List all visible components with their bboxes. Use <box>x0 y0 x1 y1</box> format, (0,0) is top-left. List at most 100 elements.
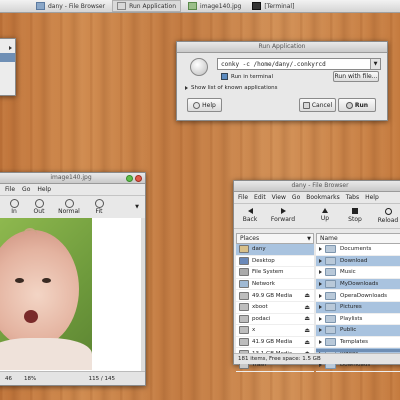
expand-arrow-icon[interactable] <box>319 270 322 275</box>
run-with-file-button[interactable]: Run with file... <box>333 71 379 82</box>
places-item[interactable]: Desktop <box>236 256 314 268</box>
zoom-fit-button[interactable]: Fit <box>92 199 106 215</box>
run-dialog-title: Run Application <box>258 43 306 50</box>
places-item[interactable]: dany <box>236 244 314 256</box>
expand-arrow-icon[interactable] <box>319 247 322 252</box>
taskbar-item-run-application[interactable]: Run Application <box>112 0 182 12</box>
file-list-item[interactable]: Public <box>316 325 400 337</box>
file-list-item[interactable]: Templates <box>316 337 400 349</box>
stop-button[interactable]: Stop <box>346 208 364 223</box>
file-browser-title: dany - File Browser <box>291 182 349 189</box>
close-icon[interactable] <box>135 175 142 182</box>
home-icon <box>239 245 249 254</box>
back-button[interactable]: Back <box>240 208 260 223</box>
taskbar-item-image-viewer[interactable]: image140.jpg <box>184 1 245 11</box>
run-in-terminal-checkbox[interactable]: Run in terminal <box>221 73 273 80</box>
menu-go[interactable]: Go <box>22 186 30 193</box>
partial-menu-window <box>0 38 16 96</box>
menu-file[interactable]: File <box>5 186 15 193</box>
command-combobox[interactable]: conky -c /home/dany/.conkyrcd ▼ <box>217 58 381 70</box>
menu-bookmarks[interactable]: Bookmarks <box>306 194 340 201</box>
file-name-label: OperaDownloads <box>340 292 388 299</box>
network-icon <box>239 280 249 289</box>
help-button[interactable]: Help <box>187 98 222 112</box>
expand-arrow-icon[interactable] <box>319 293 322 298</box>
places-header[interactable]: Places ▼ <box>236 233 314 244</box>
cancel-button[interactable]: Cancel <box>299 98 336 112</box>
minimize-icon[interactable] <box>126 175 133 182</box>
baby-mouth <box>24 310 38 323</box>
places-item[interactable]: xboot ⏏ <box>236 302 314 314</box>
eject-icon[interactable]: ⏏ <box>304 315 310 322</box>
file-name-label: Templates <box>340 339 368 346</box>
forward-button[interactable]: Forward <box>268 208 298 223</box>
eject-icon[interactable]: ⏏ <box>304 292 310 299</box>
command-field[interactable]: conky -c /home/dany/.conkyrcd <box>218 61 370 68</box>
menu-help[interactable]: Help <box>365 194 379 201</box>
folder-icon <box>325 256 336 265</box>
menu-edit[interactable]: Edit <box>254 194 266 201</box>
places-item[interactable]: Network <box>236 279 314 291</box>
reload-button[interactable]: Reload <box>376 208 400 224</box>
cancel-icon <box>302 101 310 109</box>
taskbar-item-file-browser[interactable]: dany - File Browser <box>32 1 109 11</box>
image-scrollbar[interactable] <box>141 218 145 371</box>
file-list-item[interactable]: Music <box>316 267 400 279</box>
file-browser-menubar: File Edit View Go Bookmarks Tabs Help <box>234 192 400 204</box>
places-item[interactable]: 41.9 GB Media ⏏ <box>236 337 314 349</box>
eject-icon[interactable]: ⏏ <box>304 339 310 346</box>
expand-arrow-icon[interactable] <box>319 258 322 263</box>
stop-icon <box>352 208 358 214</box>
file-list-item[interactable]: MyDownloads <box>316 278 400 291</box>
file-list-item[interactable]: Pictures <box>316 301 400 314</box>
zoom-in-button[interactable]: In <box>7 199 21 215</box>
zoom-out-icon <box>34 199 44 208</box>
image-viewer-title: image140.jpg <box>50 174 92 181</box>
zoom-out-button[interactable]: Out <box>32 199 46 215</box>
file-list: Documents Download Music MyDownloads OperaDo… <box>316 244 400 372</box>
run-icon <box>117 2 127 10</box>
run-gear-icon <box>345 101 353 109</box>
run-button[interactable]: Run <box>338 98 376 112</box>
file-list-item[interactable]: OperaDownloads <box>316 290 400 302</box>
menu-file[interactable]: File <box>238 194 248 201</box>
places-item[interactable]: File System <box>236 267 314 279</box>
dropdown-arrow-icon[interactable]: ▼ <box>370 59 380 69</box>
name-column-header[interactable]: Name <box>316 233 400 244</box>
places-item-label: dany <box>252 246 266 253</box>
desktop-icon <box>239 256 249 265</box>
taskbar-item-terminal[interactable]: [Terminal] <box>248 1 298 11</box>
back-arrow-icon <box>247 208 253 214</box>
forward-arrow-icon <box>280 208 286 214</box>
toolbar-overflow-icon[interactable]: ▼ <box>135 204 139 210</box>
file-list-item[interactable]: Documents <box>316 244 400 256</box>
menu-selected-item[interactable] <box>0 53 15 62</box>
horizontal-scrollbar[interactable] <box>316 349 400 352</box>
show-list-expander[interactable]: Show list of known applications <box>185 85 277 91</box>
menu-help[interactable]: Help <box>37 186 51 193</box>
expand-arrow-icon[interactable] <box>319 305 322 310</box>
places-item[interactable]: podaci ⏏ <box>236 314 314 326</box>
expand-arrow-icon[interactable] <box>319 328 322 333</box>
file-list-item[interactable]: Download <box>316 255 400 268</box>
file-list-item[interactable]: Playlists <box>316 314 400 326</box>
image-viewer-statusbar: 46 18% 115 / 145 <box>0 371 145 385</box>
up-button[interactable]: Up <box>318 208 332 222</box>
image-viewer-window: image140.jpg File Go Help In Out Normal … <box>0 172 146 386</box>
menu-view[interactable]: View <box>272 194 286 201</box>
up-arrow-icon <box>322 208 328 213</box>
expand-arrow-icon[interactable] <box>319 340 322 345</box>
zoom-normal-button[interactable]: Normal <box>57 199 81 215</box>
places-item[interactable]: 49.9 GB Media ⏏ <box>236 290 314 302</box>
image-canvas <box>0 218 145 371</box>
menu-tabs[interactable]: Tabs <box>346 194 359 201</box>
menu-go[interactable]: Go <box>292 194 300 201</box>
eject-icon[interactable]: ⏏ <box>304 304 310 311</box>
places-item[interactable]: x ⏏ <box>236 325 314 337</box>
file-browser-toolbar: Back Forward Up Stop Reload <box>234 204 400 229</box>
expand-arrow-icon[interactable] <box>319 282 322 287</box>
expand-arrow-icon[interactable] <box>319 316 322 321</box>
file-name-label: Public <box>340 327 357 334</box>
eject-icon[interactable]: ⏏ <box>304 327 310 334</box>
submenu-arrow-icon <box>9 46 12 50</box>
